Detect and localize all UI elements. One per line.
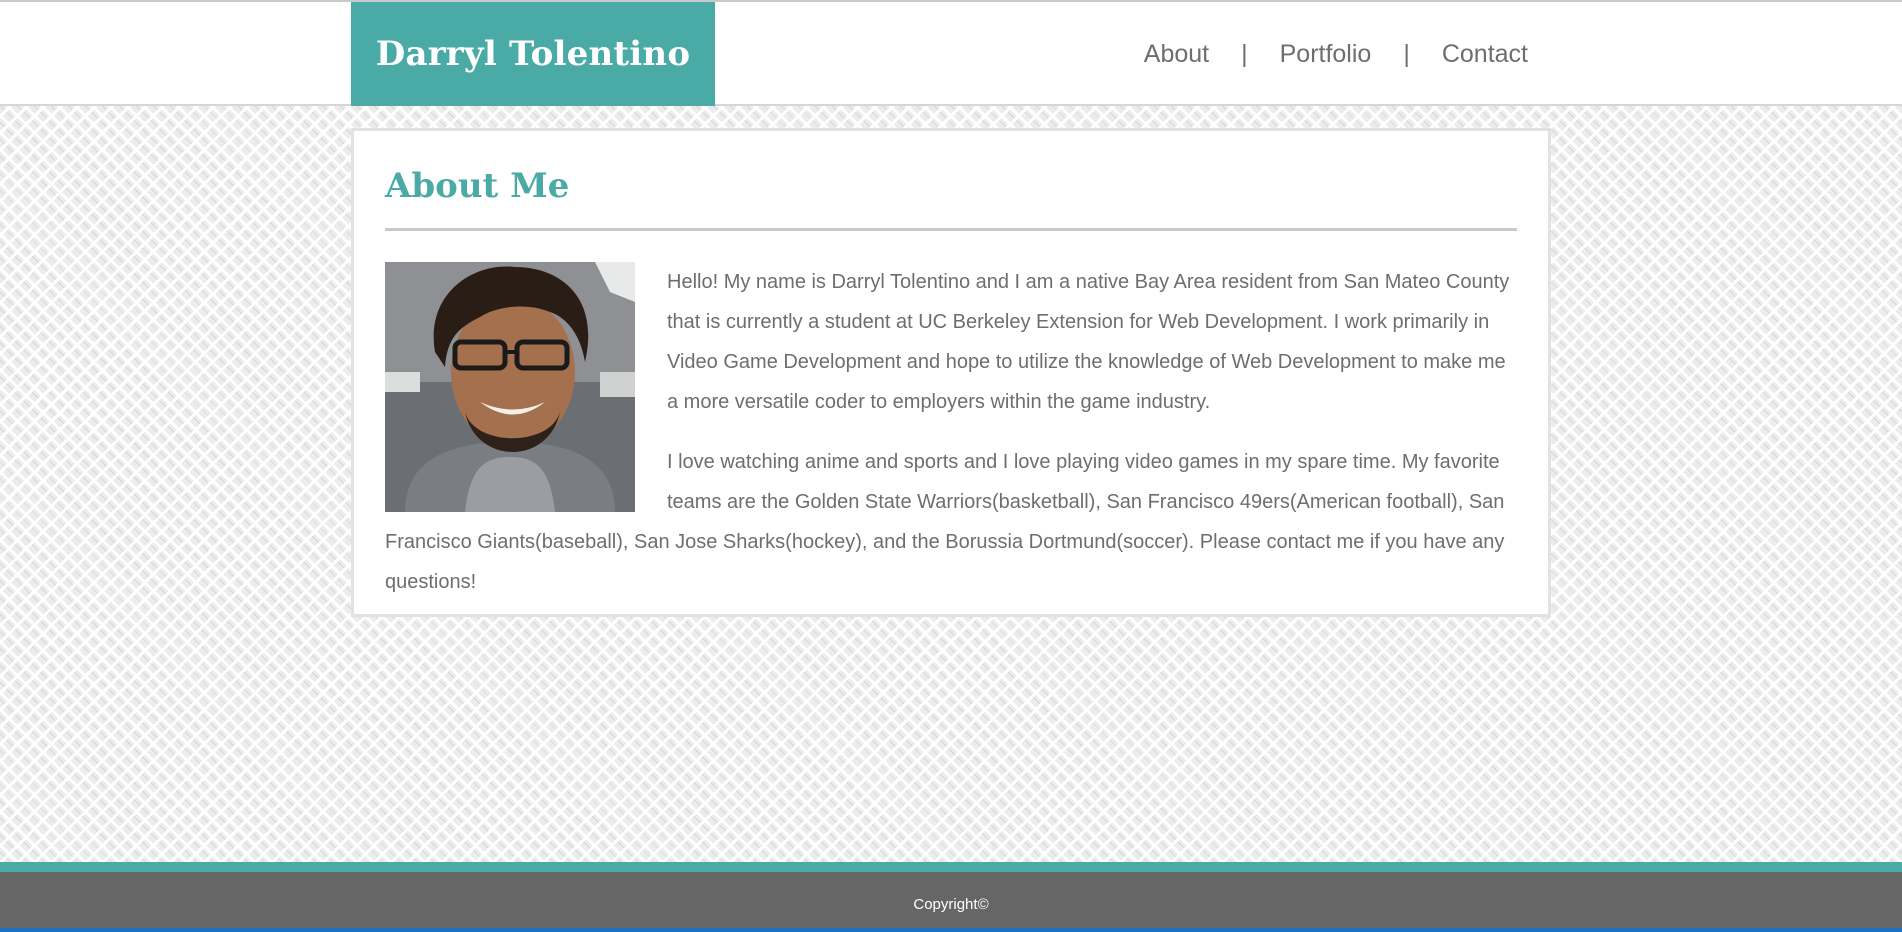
footer-accent-stripe <box>0 862 1902 872</box>
bottom-bar <box>0 928 1902 932</box>
about-card: About Me Hello! My name is Darryl Tolent <box>351 128 1551 617</box>
brand-logo[interactable]: Darryl Tolentino <box>351 2 715 106</box>
nav-link-about[interactable]: About <box>1144 40 1209 69</box>
title-divider <box>385 228 1517 231</box>
nav-separator: | <box>1403 39 1410 68</box>
brand-name[interactable]: Darryl Tolentino <box>376 34 690 74</box>
profile-photo <box>385 262 635 512</box>
site-header: Darryl Tolentino About | Portfolio | Con… <box>0 2 1902 106</box>
page-title: About Me <box>385 166 570 206</box>
main-nav: About | Portfolio | Contact <box>1144 2 1528 106</box>
about-content: Hello! My name is Darryl Tolentino and I… <box>385 262 1517 602</box>
nav-separator: | <box>1241 39 1248 68</box>
nav-link-contact[interactable]: Contact <box>1442 40 1528 69</box>
site-footer: Copyright© <box>0 872 1902 928</box>
nav-link-portfolio[interactable]: Portfolio <box>1280 40 1372 69</box>
copyright-text: Copyright© <box>913 895 989 913</box>
